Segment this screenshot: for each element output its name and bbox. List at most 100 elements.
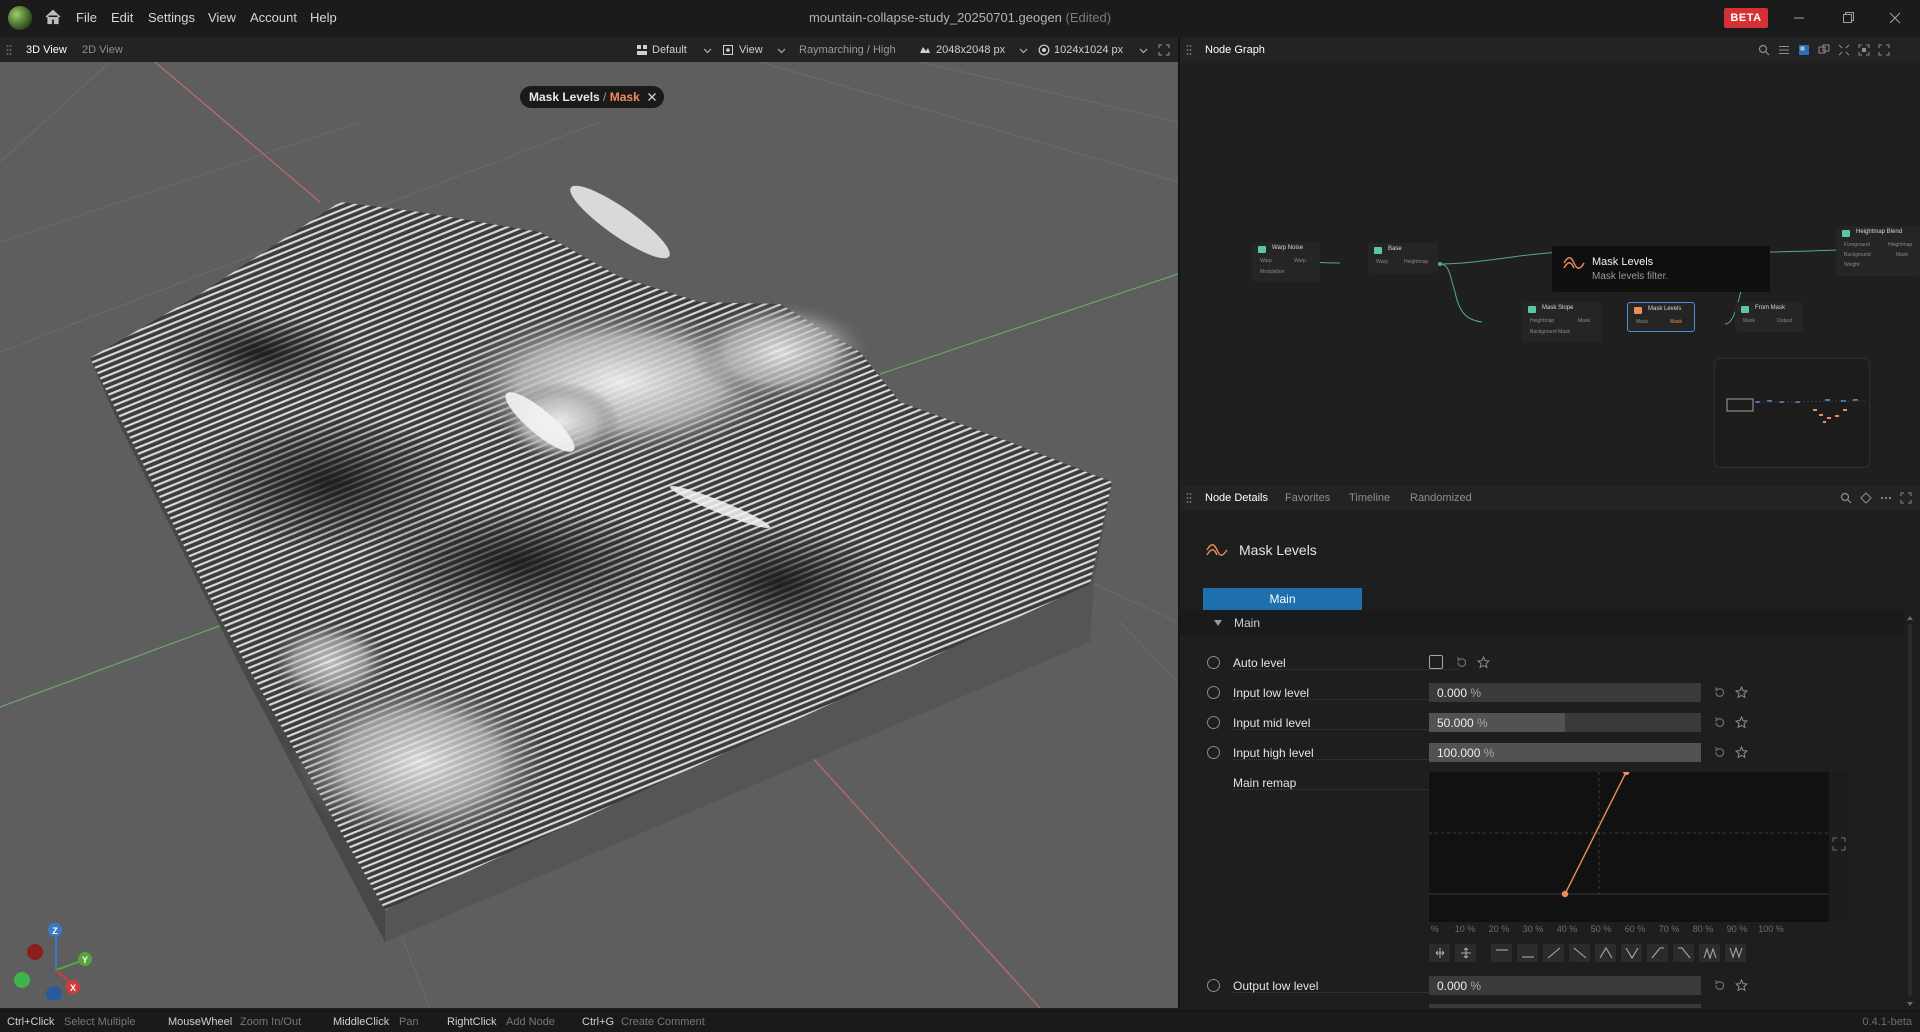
tab-node-details[interactable]: Node Details (1205, 486, 1268, 510)
reset-icon[interactable] (1713, 746, 1726, 759)
camera-preset-select[interactable]: Default (652, 44, 687, 56)
tab-2d-view[interactable]: 2D View (82, 38, 123, 62)
close-window-icon[interactable] (1885, 8, 1905, 28)
maximize-panel-icon[interactable] (1158, 44, 1170, 56)
node-port[interactable]: Background Mask (1530, 329, 1570, 335)
node-port[interactable]: Heightmap (1888, 242, 1912, 248)
tab-favorites[interactable]: Favorites (1285, 486, 1330, 510)
node-port[interactable]: Warp (1294, 258, 1306, 264)
panel-grip-icon[interactable] (1186, 492, 1192, 504)
star-icon[interactable] (1735, 979, 1748, 992)
section-header-main[interactable]: Main (1180, 610, 1904, 636)
search-icon[interactable] (1840, 492, 1852, 504)
search-icon[interactable] (1758, 44, 1770, 56)
tab-main[interactable]: Main (1203, 588, 1362, 610)
node-port[interactable]: Weight (1844, 262, 1859, 268)
star-icon[interactable] (1735, 716, 1748, 729)
preset-inverse-button[interactable] (1569, 944, 1590, 962)
node-port[interactable]: Heightmap (1404, 259, 1428, 265)
output-low-slider[interactable]: 0.000 % (1429, 976, 1701, 995)
node-port[interactable]: Mask (1896, 252, 1908, 258)
mesh-resolution-select[interactable]: 2048x2048 px (936, 44, 1005, 56)
flip-horizontal-button[interactable] (1429, 944, 1450, 962)
preset-valley-button[interactable] (1621, 944, 1642, 962)
auto-level-checkbox[interactable] (1429, 655, 1443, 669)
reset-icon[interactable] (1713, 979, 1726, 992)
star-icon[interactable] (1735, 686, 1748, 699)
preset-ramp-down-button[interactable] (1673, 944, 1694, 962)
input-low-slider[interactable]: 0.000 % (1429, 683, 1701, 702)
node-port[interactable]: Heightmap (1530, 318, 1554, 324)
panel-grip-icon[interactable] (6, 44, 12, 56)
view-menu[interactable]: View (739, 44, 763, 56)
3d-viewport[interactable]: Mask Levels / Mask Z Y X (0, 62, 1178, 1008)
minimize-icon[interactable] (1789, 8, 1809, 28)
node-port[interactable]: Mask (1743, 318, 1755, 324)
param-expose-radio[interactable] (1207, 979, 1220, 992)
tab-timeline[interactable]: Timeline (1349, 486, 1390, 510)
param-expose-radio[interactable] (1207, 716, 1220, 729)
reset-icon[interactable] (1455, 656, 1468, 669)
preset-ramp-button[interactable] (1647, 944, 1668, 962)
caret-down-icon[interactable] (1213, 618, 1223, 628)
chevron-down-icon[interactable] (1019, 46, 1028, 55)
fit-view-icon[interactable] (1858, 44, 1870, 56)
list-icon[interactable] (1778, 44, 1790, 56)
node-from-mask[interactable]: From Mask Mask Output (1735, 302, 1803, 332)
node-port[interactable]: Mask (1636, 319, 1648, 325)
node-base[interactable]: Base Warp Heightmap (1368, 243, 1438, 273)
node-port[interactable]: Mask (1670, 319, 1682, 325)
remap-curve-editor[interactable]: 100 %50 %0 % 0 %10 %20 %30 %40 %50 %60 %… (1429, 772, 1849, 934)
maximize-panel-icon[interactable] (1900, 492, 1912, 504)
preset-high-button[interactable] (1491, 944, 1512, 962)
node-port[interactable]: Warp (1260, 258, 1272, 264)
arrange-icon[interactable] (1818, 44, 1830, 56)
node-heightmap-blend[interactable]: Heightmap Blend Foreground Heightmap Bac… (1836, 226, 1920, 276)
render-mode-label[interactable]: Raymarching / High (799, 44, 896, 56)
tab-randomized[interactable]: Randomized (1410, 486, 1472, 510)
maximize-panel-icon[interactable] (1878, 44, 1890, 56)
preset-low-button[interactable] (1517, 944, 1538, 962)
node-graph-title[interactable]: Node Graph (1205, 38, 1265, 62)
node-warp-noise[interactable]: Warp Noise Warp Warp Modulation (1252, 242, 1320, 282)
node-port[interactable]: Modulation (1260, 269, 1284, 275)
beta-badge[interactable]: BETA (1724, 8, 1768, 28)
node-port[interactable]: Background (1844, 252, 1871, 258)
reset-icon[interactable] (1713, 686, 1726, 699)
texture-resolution-select[interactable]: 1024x1024 px (1054, 44, 1123, 56)
node-graph-canvas[interactable]: Warp Noise Warp Warp Modulation Base War… (1180, 62, 1920, 484)
star-icon[interactable] (1735, 746, 1748, 759)
node-port[interactable]: Output (1777, 318, 1792, 324)
chevron-down-icon[interactable] (703, 46, 712, 55)
param-expose-radio[interactable] (1207, 746, 1220, 759)
scrollbar[interactable] (1906, 614, 1914, 1008)
more-options-icon[interactable] (1880, 492, 1892, 504)
param-expose-radio[interactable] (1207, 656, 1220, 669)
preset-double-peak-button[interactable] (1699, 944, 1720, 962)
star-icon[interactable] (1477, 656, 1490, 669)
param-expose-radio[interactable] (1207, 686, 1220, 699)
breadcrumb-parent[interactable]: Mask Levels (529, 90, 600, 104)
axis-gizmo[interactable]: Z Y X (10, 914, 100, 1000)
chevron-down-icon[interactable] (1139, 46, 1148, 55)
node-mask-levels[interactable]: Mask Levels Mask Mask (1627, 302, 1695, 332)
flip-vertical-button[interactable] (1455, 944, 1476, 962)
panel-grip-icon[interactable] (1186, 44, 1192, 56)
diamond-icon[interactable] (1860, 492, 1872, 504)
preset-linear-button[interactable] (1543, 944, 1564, 962)
reset-icon[interactable] (1713, 716, 1726, 729)
input-high-slider[interactable]: 100.000 % (1429, 743, 1701, 762)
layout-icon[interactable] (1798, 44, 1810, 56)
preset-double-valley-button[interactable] (1725, 944, 1746, 962)
restore-icon[interactable] (1838, 8, 1858, 28)
close-icon[interactable] (647, 92, 657, 102)
node-port[interactable]: Mask (1578, 318, 1590, 324)
node-port[interactable]: Warp (1376, 259, 1388, 265)
node-graph-minimap[interactable] (1714, 358, 1870, 468)
expand-icon[interactable] (1838, 44, 1850, 56)
chevron-down-icon[interactable] (777, 46, 786, 55)
preset-peak-button[interactable] (1595, 944, 1616, 962)
tab-3d-view[interactable]: 3D View (26, 38, 67, 62)
curve-control-point[interactable] (1561, 890, 1569, 898)
node-mask-slope[interactable]: Mask Slope Heightmap Mask Background Mas… (1522, 302, 1602, 342)
